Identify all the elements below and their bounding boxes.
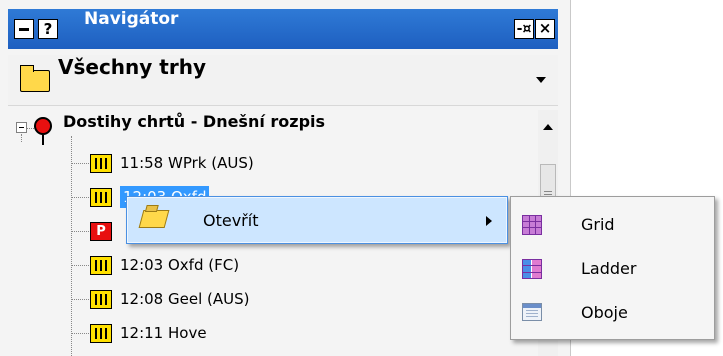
tree-connector: [71, 299, 89, 300]
ladder-icon: [522, 259, 542, 279]
tree-item-label: 12:11 Hove: [120, 324, 207, 342]
tree-item-label: 11:58 WPrk (AUS): [120, 154, 254, 172]
grip-line: [544, 191, 552, 192]
submenu-item-label: Oboje: [581, 303, 628, 322]
close-button[interactable]: ×: [535, 19, 555, 39]
race-icon: [90, 154, 112, 173]
menu-item-open[interactable]: Otevřít: [128, 198, 506, 242]
collapse-node-icon[interactable]: [16, 122, 27, 133]
tree-root-label[interactable]: Dostihy chrtů - Dnešní rozpis: [63, 112, 325, 131]
tree-item-label: 12:08 Geel (AUS): [120, 290, 250, 308]
folder-icon: [20, 65, 50, 92]
tree-connector: [71, 265, 89, 266]
context-menu: Otevřít: [126, 196, 508, 244]
open-submenu: Grid Ladder Oboje: [510, 196, 715, 340]
submenu-item-ladder[interactable]: Ladder: [513, 247, 712, 291]
submenu-item-both[interactable]: Oboje: [513, 291, 712, 335]
tree-connector: [71, 136, 72, 356]
tree-connector: [71, 231, 89, 232]
both-view-icon: [522, 303, 542, 321]
location-pin-icon: [34, 117, 52, 145]
grid-icon: [522, 215, 542, 235]
grip-line: [544, 194, 552, 195]
help-button[interactable]: ?: [38, 19, 58, 39]
window-title: Navigátor: [84, 9, 179, 29]
race-icon: [90, 324, 112, 343]
tree-item-label: 12:03 Oxfd (FC): [120, 256, 240, 274]
submenu-arrow-icon: [486, 216, 492, 226]
pin-button[interactable]: -¤: [514, 19, 534, 39]
tree-connector: [71, 333, 89, 334]
market-selector-label: Všechny trhy: [58, 55, 206, 79]
navigator-panel: ? Navigátor -¤ × Všechny trhy Dostihy ch…: [0, 0, 571, 356]
submenu-item-grid[interactable]: Grid: [513, 203, 712, 247]
race-icon: [90, 290, 112, 309]
market-selector[interactable]: Všechny trhy: [8, 55, 558, 106]
dropdown-arrow-icon[interactable]: [536, 77, 546, 83]
tree-connector: [27, 128, 34, 129]
parking-icon: P: [90, 222, 112, 241]
tree-connector: [71, 163, 89, 164]
race-icon: [90, 188, 112, 207]
title-bar: ? Navigátor -¤ ×: [8, 9, 558, 49]
race-icon: [90, 256, 112, 275]
submenu-item-label: Ladder: [581, 259, 637, 278]
submenu-item-label: Grid: [581, 215, 615, 234]
collapse-icon[interactable]: [14, 19, 34, 39]
tree-connector: [71, 197, 89, 198]
tree-connector: [21, 134, 22, 142]
scroll-up-arrow-icon[interactable]: [543, 124, 553, 130]
open-folder-icon: [138, 210, 170, 228]
menu-item-open-label: Otevřít: [203, 211, 259, 230]
